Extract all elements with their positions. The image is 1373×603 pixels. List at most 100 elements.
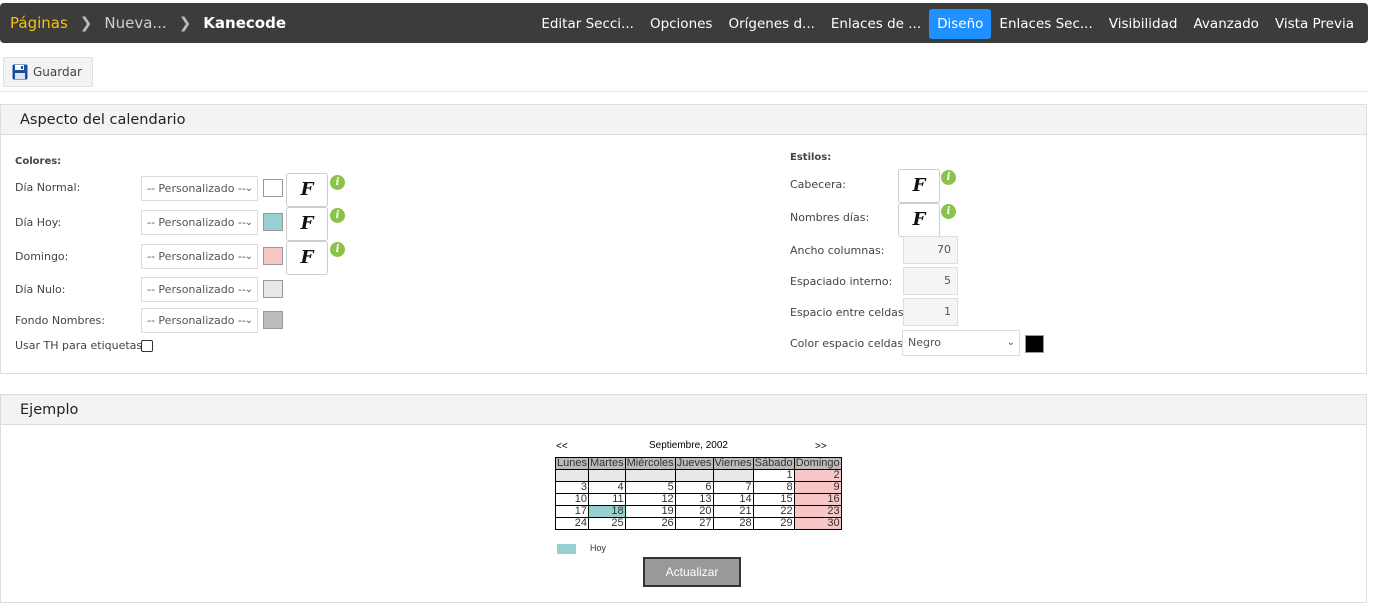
nombres-dias-font-button[interactable]: F [898, 203, 940, 237]
calendar-prev-link[interactable]: << [556, 441, 568, 452]
tab-opciones[interactable]: Opciones [642, 9, 721, 39]
calendar-day-cell[interactable]: 21 [712, 505, 754, 518]
info-icon[interactable]: i [941, 170, 956, 185]
fondo-nombres-select[interactable]: -- Personalizado -- ⌄ [141, 308, 258, 333]
info-icon[interactable]: i [330, 242, 345, 257]
tab-avanzado[interactable]: Avanzado [1185, 9, 1266, 39]
domingo-select[interactable]: -- Personalizado -- ⌄ [141, 244, 258, 269]
dia-normal-font-button[interactable]: F [286, 173, 328, 207]
fondo-nombres-color-swatch[interactable] [263, 311, 283, 329]
color-espacio-select[interactable]: Negro ⌄ [902, 330, 1020, 356]
estilos-heading: Estilos: [790, 152, 832, 163]
color-espacio-swatch[interactable] [1025, 335, 1044, 353]
save-button[interactable]: Guardar [3, 57, 93, 87]
day-header: Miércoles [624, 457, 676, 470]
top-navbar: Páginas ❯ Nueva... ❯ Kanecode Editar Sec… [0, 3, 1368, 43]
update-button[interactable]: Actualizar [643, 557, 741, 587]
info-icon[interactable]: i [330, 208, 345, 223]
chevron-right-icon: ❯ [79, 14, 93, 32]
info-icon[interactable]: i [941, 204, 956, 219]
ancho-columnas-input[interactable]: 70 [903, 236, 958, 264]
ancho-columnas-label: Ancho columnas: [790, 244, 885, 257]
calendar-day-cell[interactable]: 3 [555, 481, 589, 494]
panel-title: Aspecto del calendario [1, 105, 1366, 135]
tab-diseno[interactable]: Diseño [929, 9, 992, 39]
calendar-day-cell[interactable]: 12 [624, 493, 676, 506]
dia-hoy-label: Día Hoy: [15, 216, 62, 229]
save-label: Guardar [33, 65, 82, 79]
calendar-day-cell[interactable]: 29 [752, 517, 795, 530]
breadcrumb-home[interactable]: Páginas [10, 14, 68, 32]
chevron-down-icon: ⌄ [244, 315, 253, 326]
calendar-day-cell[interactable]: 28 [712, 517, 754, 530]
calendar-day-cell[interactable]: 26 [624, 517, 676, 530]
domingo-color-swatch[interactable] [263, 247, 283, 265]
calendar-day-cell[interactable]: 7 [712, 481, 754, 494]
tab-editar-seccion[interactable]: Editar Secci... [533, 9, 642, 39]
calendar-day-cell[interactable]: 19 [624, 505, 676, 518]
calendar-day-cell[interactable]: 22 [752, 505, 795, 518]
calendar-day-cell[interactable]: 20 [674, 505, 714, 518]
calendar-day-cell [674, 469, 714, 482]
calendar-day-cell[interactable]: 23 [793, 505, 842, 518]
breadcrumb-item[interactable]: Nueva... [104, 14, 166, 32]
calendar-appearance-panel: Aspecto del calendario [0, 104, 1367, 374]
color-espacio-label: Color espacio celdas: [790, 337, 907, 350]
calendar-day-cell[interactable]: 8 [752, 481, 795, 494]
dia-hoy-font-button[interactable]: F [286, 207, 328, 241]
info-icon[interactable]: i [330, 175, 345, 190]
cabecera-font-button[interactable]: F [898, 169, 940, 203]
calendar-day-cell [555, 469, 589, 482]
legend-today-swatch [557, 544, 576, 554]
tab-vista-previa[interactable]: Vista Previa [1267, 9, 1362, 39]
breadcrumb-current: Kanecode [203, 14, 286, 32]
tab-enlaces[interactable]: Enlaces de ... [823, 9, 929, 39]
calendar-day-cell[interactable]: 6 [674, 481, 714, 494]
calendar-day-cell[interactable]: 1 [752, 469, 795, 482]
calendar-day-cell[interactable]: 9 [793, 481, 842, 494]
dia-normal-color-swatch[interactable] [263, 179, 283, 197]
usar-th-checkbox[interactable] [141, 340, 153, 352]
panel-title: Ejemplo [1, 395, 1366, 425]
color-espacio-select-value: Negro [908, 336, 941, 349]
espacio-celdas-input[interactable]: 1 [903, 298, 958, 326]
calendar-day-cell[interactable]: 11 [587, 493, 626, 506]
espaciado-interno-input[interactable]: 5 [903, 267, 958, 295]
calendar-day-cell[interactable]: 13 [674, 493, 714, 506]
tab-enlaces-sec[interactable]: Enlaces Sec... [991, 9, 1100, 39]
calendar-day-cell[interactable]: 24 [555, 517, 589, 530]
calendar-day-cell[interactable]: 16 [793, 493, 842, 506]
dia-nulo-color-swatch[interactable] [263, 280, 283, 298]
tab-origenes[interactable]: Orígenes d... [720, 9, 822, 39]
calendar-day-cell[interactable]: 27 [674, 517, 714, 530]
espaciado-interno-label: Espaciado interno: [790, 275, 893, 288]
chevron-down-icon: ⌄ [244, 284, 253, 295]
breadcrumb: Páginas ❯ Nueva... ❯ Kanecode [0, 3, 286, 43]
domingo-font-button[interactable]: F [286, 241, 328, 275]
espacio-celdas-label: Espacio entre celdas: [790, 306, 908, 319]
dia-normal-select[interactable]: -- Personalizado -- ⌄ [141, 176, 258, 201]
dia-hoy-color-swatch[interactable] [263, 213, 283, 231]
fondo-nombres-label: Fondo Nombres: [15, 314, 105, 327]
calendar-day-cell[interactable]: 10 [555, 493, 589, 506]
usar-th-label: Usar TH para etiquetas: [15, 339, 146, 352]
calendar-next-link[interactable]: >> [815, 441, 827, 452]
tab-visibilidad[interactable]: Visibilidad [1101, 9, 1186, 39]
chevron-down-icon: ⌄ [244, 183, 253, 194]
dia-nulo-select[interactable]: -- Personalizado -- ⌄ [141, 277, 258, 302]
calendar-day-cell[interactable]: 14 [712, 493, 754, 506]
calendar-day-cell[interactable]: 4 [587, 481, 626, 494]
calendar-day-cell[interactable]: 18 [587, 505, 626, 518]
calendar-day-cell[interactable]: 17 [555, 505, 589, 518]
calendar-week-row: 17 18 19 20 21 22 23 [555, 505, 842, 518]
calendar-day-cell[interactable]: 30 [793, 517, 842, 530]
calendar-day-cell[interactable]: 25 [587, 517, 626, 530]
domingo-select-value: -- Personalizado -- [147, 250, 246, 263]
calendar-day-cell[interactable]: 2 [793, 469, 842, 482]
calendar-day-cell[interactable]: 5 [624, 481, 676, 494]
dia-hoy-select[interactable]: -- Personalizado -- ⌄ [141, 210, 258, 235]
day-header: Jueves [674, 457, 714, 470]
calendar-day-cell[interactable]: 15 [752, 493, 795, 506]
floppy-disk-icon [12, 64, 28, 80]
calendar-week-row: 12 [555, 469, 842, 482]
